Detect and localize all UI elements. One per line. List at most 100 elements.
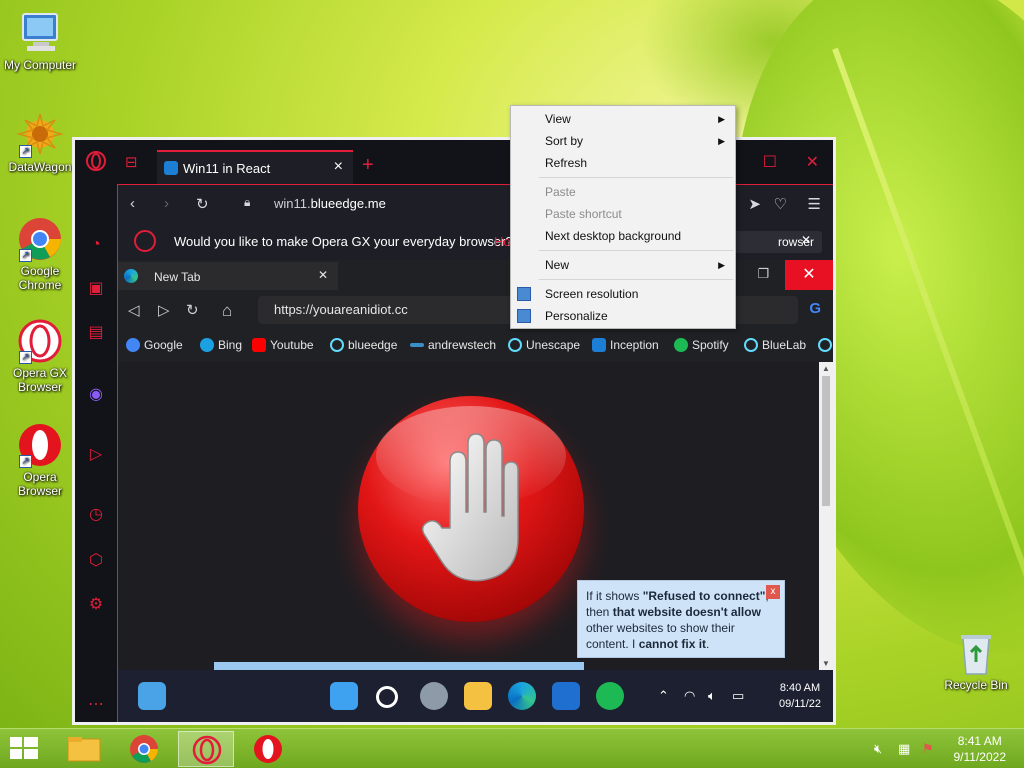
bookmark-bing[interactable]: Bing xyxy=(200,338,242,352)
volume-icon[interactable]: 🔈︎ xyxy=(708,688,716,704)
bookmark-label: Unescape xyxy=(526,338,581,352)
menu-item-paste[interactable]: Paste xyxy=(511,181,735,203)
volume-muted-icon[interactable]: 🔇︎ xyxy=(874,741,882,757)
start-icon[interactable] xyxy=(330,682,358,710)
reload-icon[interactable]: ↻ xyxy=(196,195,209,213)
bookmark-more[interactable] xyxy=(818,338,832,352)
bookmark-unescape[interactable]: Unescape xyxy=(508,338,580,352)
menu-item-next-background[interactable]: Next desktop background xyxy=(511,225,735,247)
menu-item-paste-shortcut[interactable]: Paste shortcut xyxy=(511,203,735,225)
menu-label: Refresh xyxy=(545,156,588,170)
menu-item-view[interactable]: View ▶ xyxy=(511,108,735,130)
gx-corner-icon[interactable]: ▣ xyxy=(83,276,109,302)
close-tab-icon[interactable]: × xyxy=(334,158,343,176)
google-search-icon[interactable]: G xyxy=(809,300,821,317)
send-icon[interactable]: ➤ xyxy=(748,195,761,213)
search-icon[interactable] xyxy=(376,686,398,708)
menu-item-sort-by[interactable]: Sort by ▶ xyxy=(511,130,735,152)
settings-icon[interactable] xyxy=(420,682,448,710)
scroll-thumb[interactable] xyxy=(822,376,830,506)
desktop-icon-google-chrome[interactable]: ↗ Google Chrome xyxy=(0,216,80,292)
forward-icon[interactable]: › xyxy=(164,195,169,212)
bookmarks-bar: Google Bing Youtube blueedge andrewstech… xyxy=(118,330,833,362)
more-options-icon[interactable]: ⋯ xyxy=(83,692,109,718)
file-explorer-icon[interactable] xyxy=(464,682,492,710)
taskbar-opera-gx[interactable] xyxy=(178,731,234,767)
battery-icon[interactable]: ▭ xyxy=(732,688,744,704)
twitch-icon[interactable]: ▤ xyxy=(83,320,109,346)
clock-date: 9/11/2022 xyxy=(953,750,1007,764)
react-icon xyxy=(330,338,344,352)
extensions-cube-icon[interactable]: ⬡ xyxy=(83,548,109,574)
bookmark-inception[interactable]: Inception xyxy=(592,338,659,352)
gamepad-icon[interactable]: ⊟ xyxy=(125,153,138,171)
desktop-icon-datawagon[interactable]: ↗ DataWagon xyxy=(0,112,80,174)
clock-time: 8:41 AM xyxy=(957,734,1002,748)
bookmark-spotify[interactable]: Spotify xyxy=(674,338,729,352)
bookmark-andrewstech[interactable]: andrewstech xyxy=(410,338,496,352)
wifi-icon[interactable]: ◠ xyxy=(684,688,695,704)
bookmark-google[interactable]: Google xyxy=(126,338,183,352)
spotify-icon[interactable] xyxy=(596,682,624,710)
edge-icon[interactable] xyxy=(508,682,536,710)
menu-item-refresh[interactable]: Refresh xyxy=(511,152,735,174)
dismiss-icon[interactable]: ✕ xyxy=(801,233,811,247)
heart-icon[interactable]: ♡ xyxy=(774,195,787,213)
speed-dial-icon[interactable]: ◔ xyxy=(83,232,109,258)
menu-separator xyxy=(539,250,733,251)
maximize-icon[interactable]: ☐ xyxy=(763,152,777,172)
close-tab-icon[interactable]: ✕ xyxy=(318,268,328,282)
desktop-icon-opera[interactable]: ↗ Opera Browser xyxy=(0,422,80,498)
widgets-icon[interactable] xyxy=(138,682,166,710)
close-window-icon[interactable]: ✕ xyxy=(785,260,833,290)
scrollbar[interactable]: ▲ ▼ xyxy=(819,362,833,670)
bookmark-youtube[interactable]: Youtube xyxy=(252,338,314,352)
forward-icon[interactable]: ▷ xyxy=(158,301,170,319)
action-center-flag-icon[interactable]: ⚑ xyxy=(922,741,934,757)
menu-item-personalize[interactable]: Personalize xyxy=(511,305,735,327)
close-window-icon[interactable]: ✕ xyxy=(806,152,819,172)
inner-tab-new-tab[interactable]: New Tab ✕ xyxy=(118,262,338,290)
messenger-icon[interactable]: ◉ xyxy=(83,382,109,408)
andrewstech-icon xyxy=(410,343,424,347)
desktop-icon-opera-gx[interactable]: ↗ Opera GX Browser xyxy=(0,318,80,394)
react-icon xyxy=(818,338,832,352)
menu-item-screen-resolution[interactable]: Screen resolution xyxy=(511,283,735,305)
opera-gx-logo-icon[interactable] xyxy=(83,150,109,176)
easy-setup-icon[interactable]: ☰ xyxy=(808,195,821,213)
tooltip-bold: that website doesn't allow xyxy=(612,605,761,619)
chevron-up-icon[interactable]: ⌃ xyxy=(658,688,669,704)
taskbar-file-explorer[interactable] xyxy=(56,731,112,767)
new-tab-plus-icon[interactable]: + xyxy=(362,154,374,177)
chrome-icon: ↗ xyxy=(17,216,63,262)
promo-link[interactable]: Ho xyxy=(494,234,511,249)
reload-icon[interactable]: ↻ xyxy=(186,301,199,319)
taskbar-chrome[interactable] xyxy=(116,731,172,767)
bookmark-blueedge[interactable]: blueedge xyxy=(330,338,397,352)
tooltip-close-icon[interactable]: x xyxy=(766,585,780,599)
inner-clock[interactable]: 8:40 AM 09/11/22 xyxy=(779,680,821,712)
bookmark-label: Bing xyxy=(218,338,243,352)
gx-tab-win11[interactable]: Win11 in React × xyxy=(157,150,353,184)
history-icon[interactable]: ◷ xyxy=(83,502,109,528)
spotify-icon xyxy=(674,338,688,352)
desktop-icon-my-computer[interactable]: My Computer xyxy=(0,10,80,72)
desktop-icon-recycle-bin[interactable]: Recycle Bin xyxy=(936,630,1016,692)
bookmark-bluelab[interactable]: BlueLab xyxy=(744,338,806,352)
taskbar-clock[interactable]: 8:41 AM 9/11/2022 xyxy=(954,733,1007,765)
player-icon[interactable]: ▷ xyxy=(83,442,109,468)
taskbar-opera[interactable] xyxy=(240,731,296,767)
restore-icon[interactable]: ❐ xyxy=(757,266,769,282)
opera-gx-icon xyxy=(192,735,222,765)
gx-url-field[interactable]: win11.blueedge.me xyxy=(274,196,386,211)
menu-item-new[interactable]: New ▶ xyxy=(511,254,735,276)
network-icon[interactable]: ▦ xyxy=(898,741,910,757)
scroll-down-icon[interactable]: ▼ xyxy=(819,659,833,668)
start-button[interactable] xyxy=(10,737,38,761)
home-icon[interactable]: ⌂ xyxy=(222,301,232,321)
store-icon[interactable] xyxy=(552,682,580,710)
scroll-up-icon[interactable]: ▲ xyxy=(819,364,833,373)
back-icon[interactable]: ‹ xyxy=(130,195,135,212)
back-icon[interactable]: ◁ xyxy=(128,301,140,319)
settings-gear-icon[interactable]: ⚙ xyxy=(83,592,109,618)
